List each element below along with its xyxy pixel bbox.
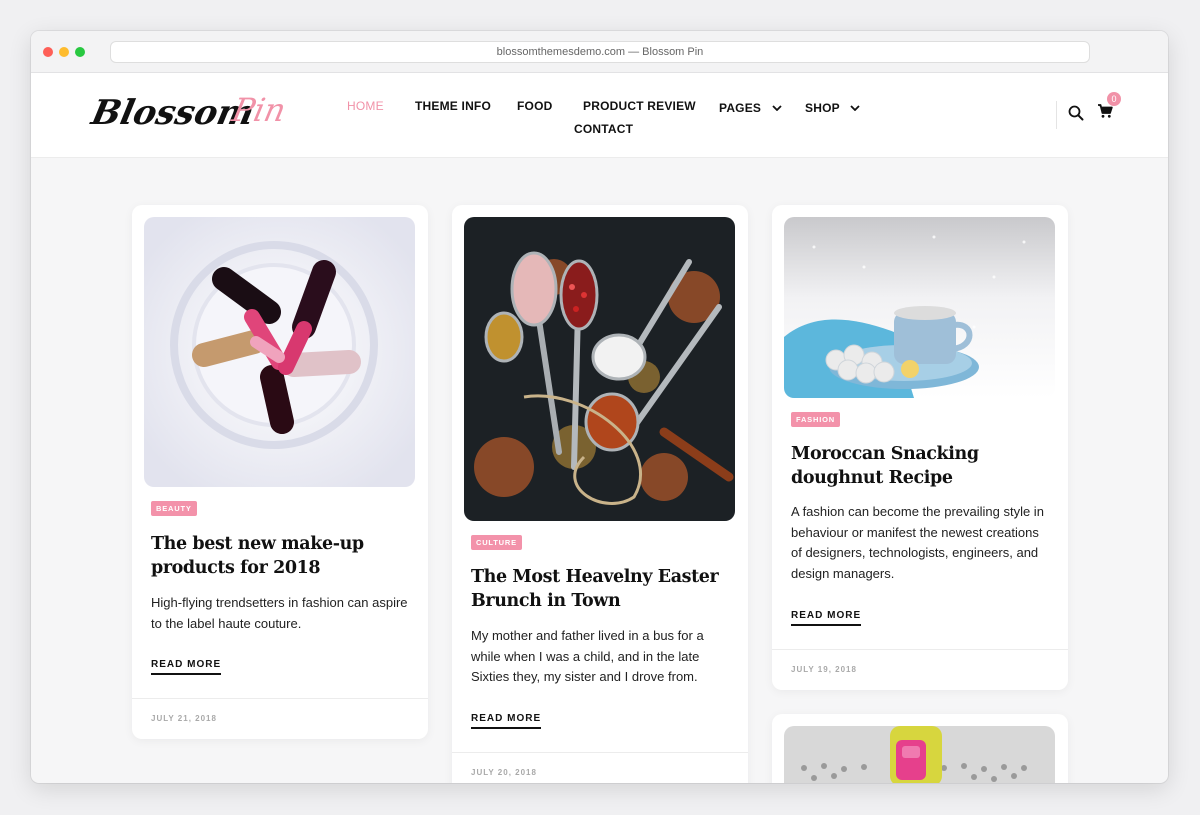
card-divider: [452, 752, 748, 753]
address-bar[interactable]: blossomthemesdemo.com — Blossom Pin: [110, 41, 1090, 63]
browser-window: blossomthemesdemo.com — Blossom Pin Blos…: [31, 31, 1168, 783]
post-date: JULY 20, 2018: [471, 768, 537, 777]
logo-text-pink: Pin: [228, 91, 289, 129]
post-date: JULY 21, 2018: [151, 714, 217, 723]
nav-theme-info[interactable]: THEME INFO: [415, 99, 491, 113]
post-image[interactable]: [784, 726, 1055, 783]
category-tag[interactable]: BEAUTY: [151, 501, 197, 516]
post-title[interactable]: The Most Heavelny Easter Brunch in Town: [471, 565, 721, 613]
chevron-down-icon: [850, 105, 860, 111]
read-more-link[interactable]: READ MORE: [471, 713, 542, 729]
post-image[interactable]: [784, 217, 1055, 398]
post-title[interactable]: The best new make-up products for 2018: [151, 532, 401, 580]
search-icon[interactable]: [1068, 105, 1084, 121]
tea-cup-image: [784, 217, 1055, 398]
nav-pages[interactable]: PAGES: [719, 101, 761, 115]
post-card: CULTURE The Most Heavelny Easter Brunch …: [452, 205, 748, 783]
nav-home[interactable]: HOME: [347, 99, 384, 113]
post-card: FASHION Moroccan Snacking doughnut Recip…: [772, 205, 1068, 690]
post-card: [772, 714, 1068, 783]
read-more-link[interactable]: READ MORE: [151, 659, 222, 675]
post-image[interactable]: [464, 217, 735, 521]
nav-product-review[interactable]: PRODUCT REVIEW: [583, 99, 696, 113]
nav-contact[interactable]: CONTACT: [574, 122, 633, 136]
header-divider: [1056, 101, 1057, 129]
card-divider: [132, 698, 428, 699]
lipsticks-image: [144, 217, 415, 487]
chevron-down-icon: [771, 105, 782, 111]
cart-count-badge: 0: [1107, 92, 1121, 106]
spices-image: [464, 217, 735, 521]
nav-pages-item[interactable]: PAGES: [719, 99, 782, 117]
minimize-window-button[interactable]: [59, 47, 69, 57]
post-excerpt: High-flying trendsetters in fashion can …: [151, 595, 408, 631]
category-tag[interactable]: CULTURE: [471, 535, 522, 550]
post-date: JULY 19, 2018: [791, 665, 857, 674]
nav-shop-item[interactable]: SHOP: [805, 99, 860, 117]
nav-shop[interactable]: SHOP: [805, 101, 840, 115]
read-more-link[interactable]: READ MORE: [791, 610, 862, 626]
post-title[interactable]: Moroccan Snacking doughnut Recipe: [791, 442, 1041, 490]
post-card: BEAUTY The best new make-up products for…: [132, 205, 428, 739]
site-header: Blossom Pin HOME THEME INFO FOOD PRODUCT…: [31, 73, 1168, 158]
category-tag[interactable]: FASHION: [791, 412, 840, 427]
card-divider: [772, 649, 1068, 650]
post-image[interactable]: [144, 217, 415, 487]
nav-food[interactable]: FOOD: [517, 99, 552, 113]
browser-titlebar: blossomthemesdemo.com — Blossom Pin: [31, 31, 1168, 73]
backpack-image: [784, 726, 1055, 783]
close-window-button[interactable]: [43, 47, 53, 57]
maximize-window-button[interactable]: [75, 47, 85, 57]
post-excerpt: A fashion can become the prevailing styl…: [791, 504, 1044, 581]
site-logo[interactable]: Blossom Pin: [87, 81, 289, 142]
post-excerpt: My mother and father lived in a bus for …: [471, 628, 704, 684]
